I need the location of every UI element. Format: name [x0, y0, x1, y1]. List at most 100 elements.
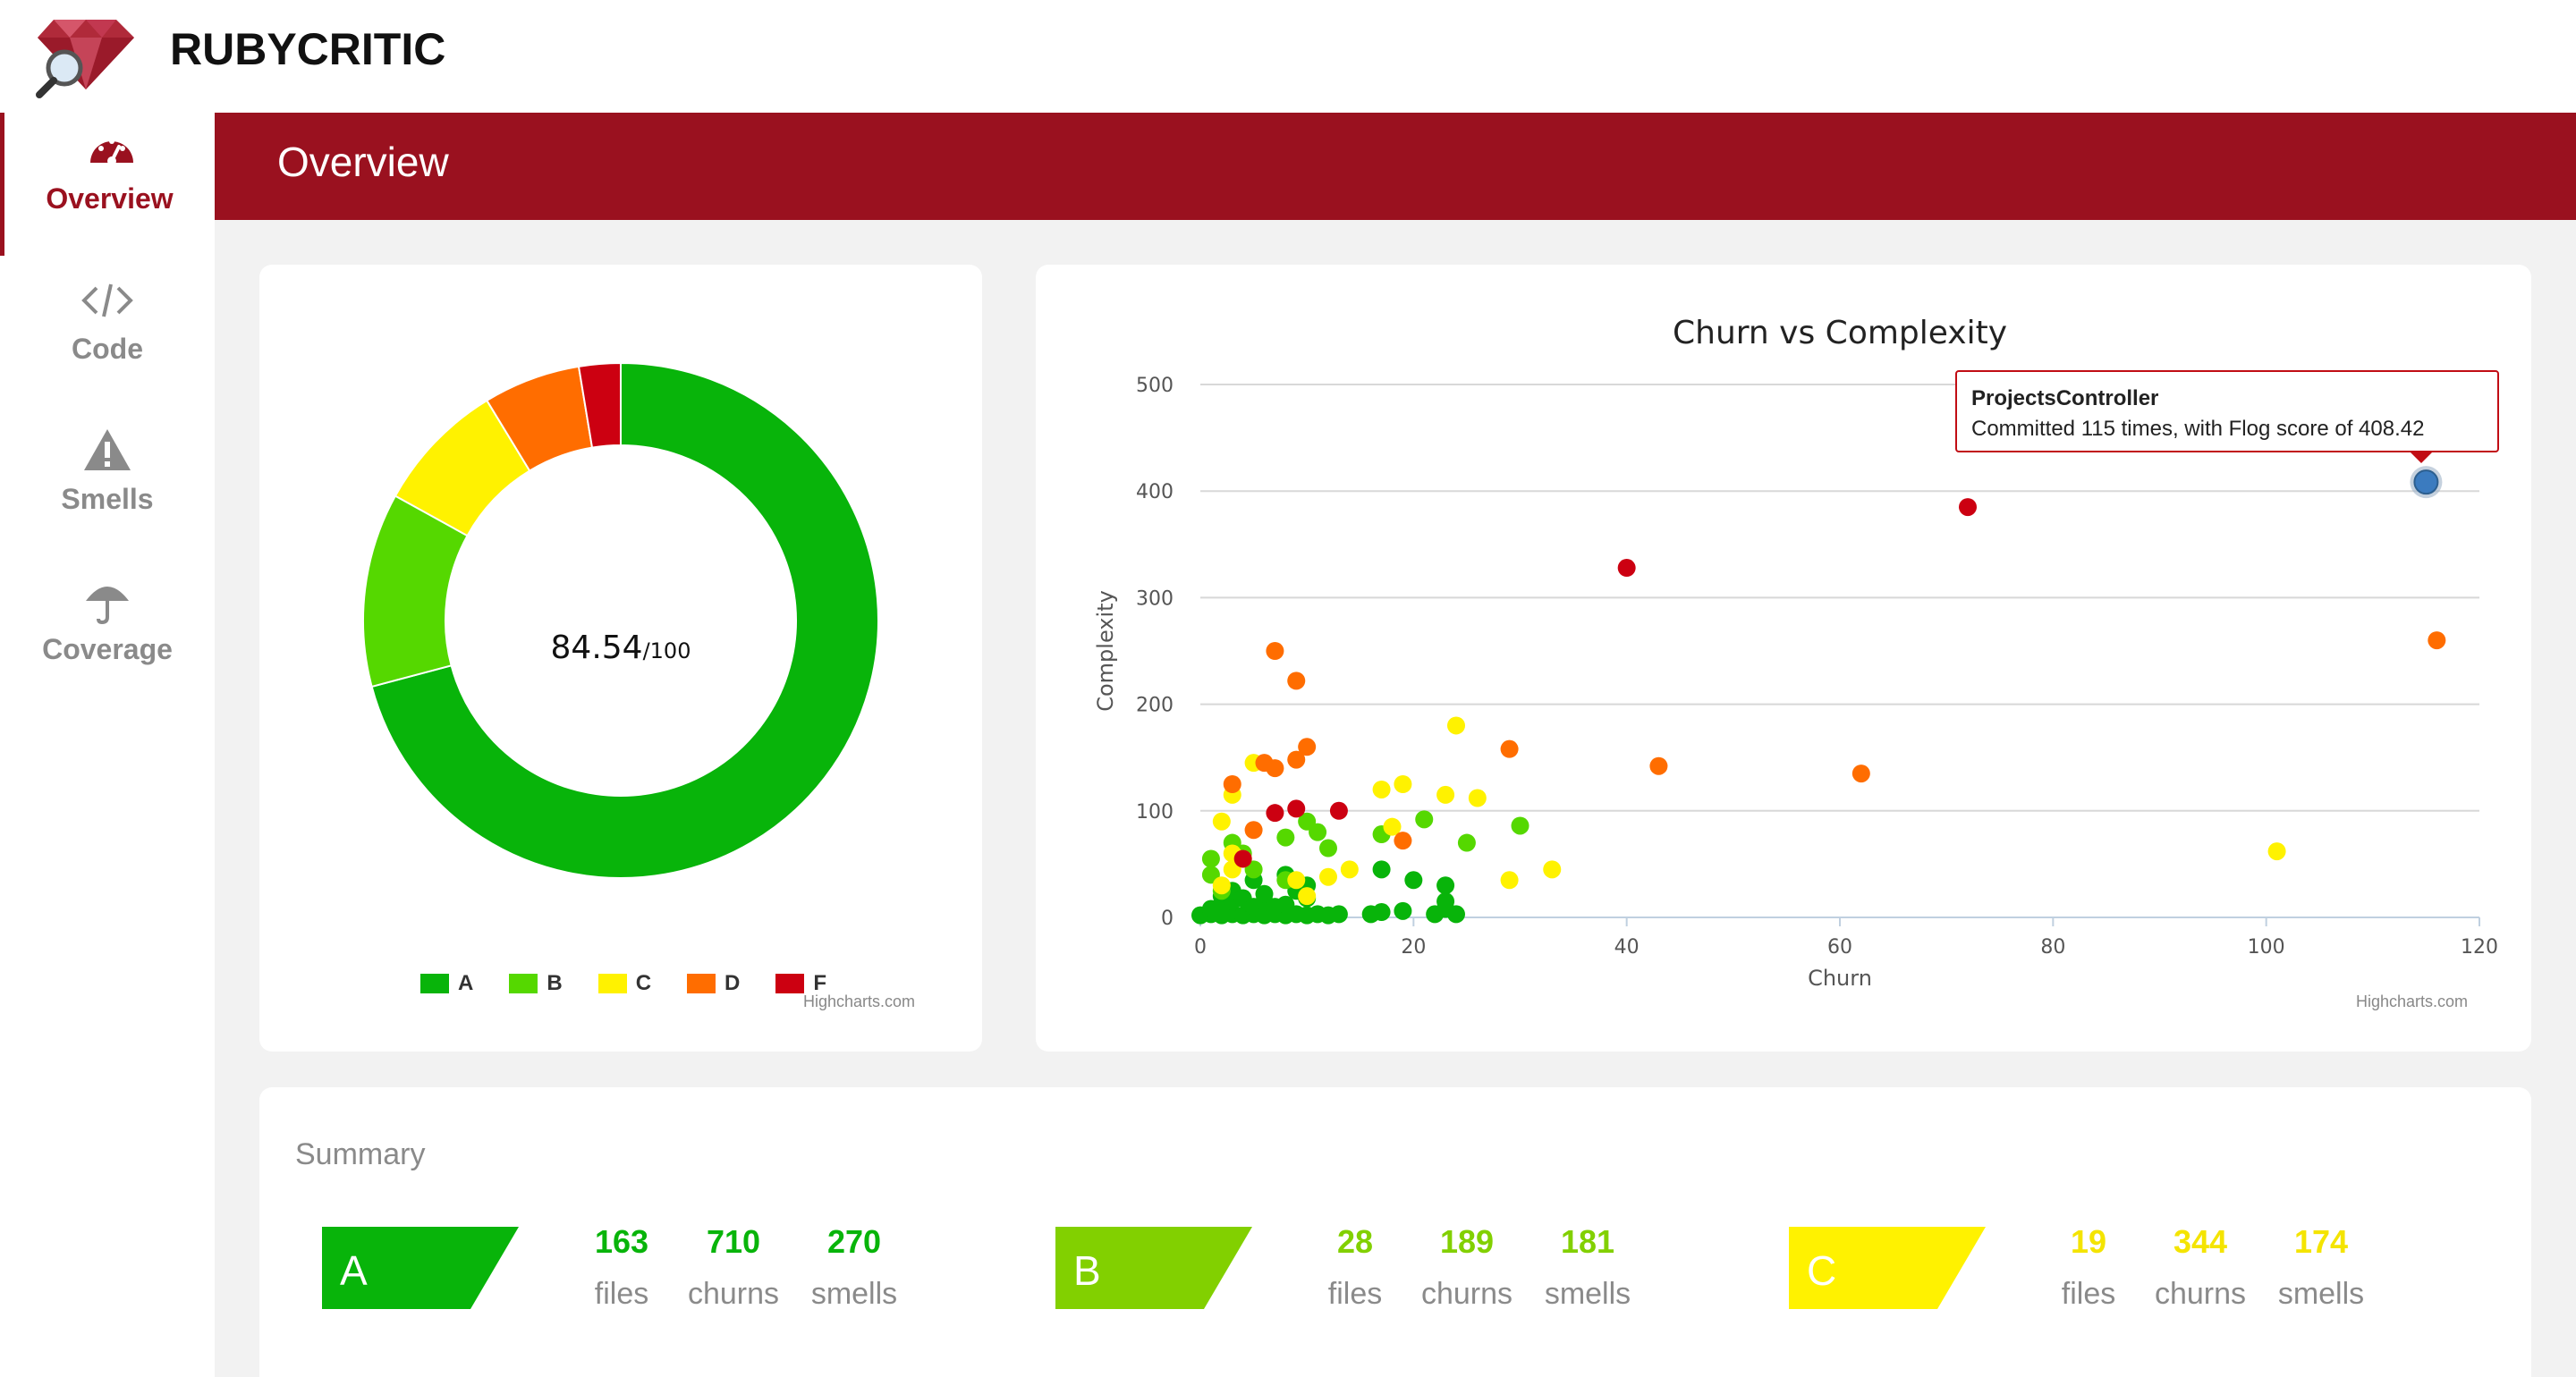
scatter-point-a[interactable]	[1404, 871, 1423, 890]
tooltip-title: ProjectsController	[1971, 386, 2159, 410]
sidebar: Overview Code Smells Coverage	[0, 113, 215, 1377]
grade-letter: A	[340, 1247, 368, 1294]
legend-label: D	[724, 971, 741, 995]
scatter-point-b[interactable]	[1457, 833, 1476, 852]
y-tick-label: 500	[1136, 375, 1174, 397]
x-tick-label: 80	[2040, 936, 2065, 959]
chart-tooltip: ProjectsController Committed 115 times, …	[1955, 370, 2499, 452]
y-axis-label: Complexity	[1093, 590, 1118, 712]
scatter-point-f[interactable]	[1617, 559, 1636, 578]
stat-churns: 710 churns	[687, 1223, 780, 1311]
scatter-point-b[interactable]	[1309, 823, 1327, 841]
y-tick-label: 0	[1161, 908, 1174, 930]
scatter-point-c[interactable]	[1212, 876, 1231, 895]
scatter-point-c[interactable]	[1543, 860, 1562, 879]
scatter-point-f[interactable]	[1959, 498, 1977, 517]
sidebar-item-overview[interactable]: Overview	[0, 113, 215, 256]
sidebar-item-code[interactable]: Code	[0, 263, 215, 406]
scatter-point-c[interactable]	[1500, 871, 1519, 890]
churn-complexity-card: Churn vs Complexity 0 100 200 300 400 500 0 20 40…	[1036, 265, 2531, 1052]
scatter-point-highlighted[interactable]	[2413, 469, 2439, 495]
scatter-point-d[interactable]	[1852, 765, 1870, 783]
grade-letter: B	[1073, 1247, 1101, 1294]
scatter-point-d[interactable]	[1287, 672, 1306, 690]
legend-item-d[interactable]: D	[687, 971, 740, 996]
stat-smells: 181 smells	[1544, 1223, 1631, 1311]
scatter-point-c[interactable]	[1468, 789, 1487, 807]
scatter-point-d[interactable]	[1298, 738, 1317, 756]
warning-triangle-icon	[84, 429, 131, 470]
legend-swatch	[420, 974, 449, 993]
grade-donut-card: 84.54/100 ABCDF Highcharts.com	[259, 265, 982, 1052]
scatter-point-c[interactable]	[1287, 871, 1306, 890]
scatter-point-d[interactable]	[1500, 739, 1519, 758]
sidebar-item-coverage[interactable]: Coverage	[0, 563, 215, 706]
legend-item-a[interactable]: A	[420, 971, 473, 996]
legend-swatch	[509, 974, 538, 993]
x-tick-label: 120	[2461, 936, 2498, 959]
scatter-point-c[interactable]	[1447, 716, 1465, 735]
scatter-point-c[interactable]	[1394, 775, 1412, 793]
legend-label: A	[458, 971, 474, 995]
scatter-point-f[interactable]	[1266, 804, 1284, 823]
scatter-point-c[interactable]	[2267, 842, 2286, 861]
scatter-point-b[interactable]	[1201, 849, 1220, 868]
dashboard-gauge-icon	[90, 139, 133, 165]
scatter-point-d[interactable]	[1244, 821, 1263, 840]
y-tick-label: 400	[1136, 481, 1174, 503]
legend-label: C	[635, 971, 652, 995]
scatter-point-c[interactable]	[1372, 780, 1391, 798]
scatter-point-b[interactable]	[1511, 816, 1530, 835]
scatter-point-d[interactable]	[2428, 631, 2446, 650]
stat-files: 19 files	[2061, 1223, 2116, 1311]
chart-title: Churn vs Complexity	[1673, 315, 2007, 351]
scatter-point-a[interactable]	[1372, 903, 1391, 922]
x-axis-label: Churn	[1808, 966, 1872, 991]
code-brackets-icon	[81, 283, 133, 317]
legend-label: B	[547, 971, 563, 995]
donut-credits[interactable]: Highcharts.com	[803, 993, 915, 1011]
sidebar-item-label: Code	[72, 333, 143, 365]
legend-item-b[interactable]: B	[509, 971, 563, 996]
legend-swatch	[687, 974, 716, 993]
scatter-point-d[interactable]	[1266, 759, 1284, 778]
scatter-point-d[interactable]	[1266, 642, 1284, 660]
stat-churns: 189 churns	[1420, 1223, 1513, 1311]
sidebar-item-label: Overview	[46, 182, 174, 215]
scatter-point-f[interactable]	[1233, 849, 1252, 868]
summary-title: Summary	[295, 1137, 426, 1171]
sidebar-item-label: Smells	[61, 483, 154, 515]
scatter-point-c[interactable]	[1340, 860, 1359, 879]
scatter-point-b[interactable]	[1276, 828, 1295, 847]
grade-letter: C	[1807, 1247, 1837, 1294]
scatter-point-b[interactable]	[1319, 839, 1337, 857]
scatter-point-c[interactable]	[1319, 867, 1337, 886]
scatter-point-a[interactable]	[1394, 901, 1412, 920]
x-tick-label: 20	[1401, 936, 1426, 959]
scatter-point-a[interactable]	[1436, 876, 1455, 895]
scatter-credits[interactable]: Highcharts.com	[2356, 993, 2468, 1011]
y-tick-label: 100	[1136, 801, 1174, 824]
sidebar-item-smells[interactable]: Smells	[0, 413, 215, 556]
scatter-point-a[interactable]	[1372, 860, 1391, 879]
donut-center-score: 84.54/100	[551, 629, 691, 666]
stat-smells: 174 smells	[2277, 1223, 2365, 1311]
scatter-point-f[interactable]	[1287, 799, 1306, 818]
x-tick-label: 0	[1194, 936, 1207, 959]
scatter-point-a[interactable]	[1447, 905, 1465, 924]
scatter-point-d[interactable]	[1223, 775, 1241, 793]
legend-swatch	[597, 974, 627, 993]
scatter-point-c[interactable]	[1212, 812, 1231, 831]
scatter-point-c[interactable]	[1298, 887, 1317, 906]
summary-card: Summary A 163 files 710 churns 270 smells B…	[259, 1087, 2531, 1377]
scatter-point-b[interactable]	[1415, 810, 1434, 829]
legend-item-c[interactable]: C	[597, 971, 652, 996]
app-title: RUBYCRITIC	[170, 24, 446, 74]
scatter-point-f[interactable]	[1329, 801, 1348, 820]
scatter-point-d[interactable]	[1649, 756, 1668, 775]
ruby-magnifier-logo-icon[interactable]	[34, 13, 138, 98]
scatter-point-a[interactable]	[1329, 905, 1348, 924]
grade-donut-chart: 84.54/100	[362, 361, 879, 879]
scatter-point-d[interactable]	[1394, 832, 1412, 850]
scatter-point-c[interactable]	[1436, 785, 1455, 804]
